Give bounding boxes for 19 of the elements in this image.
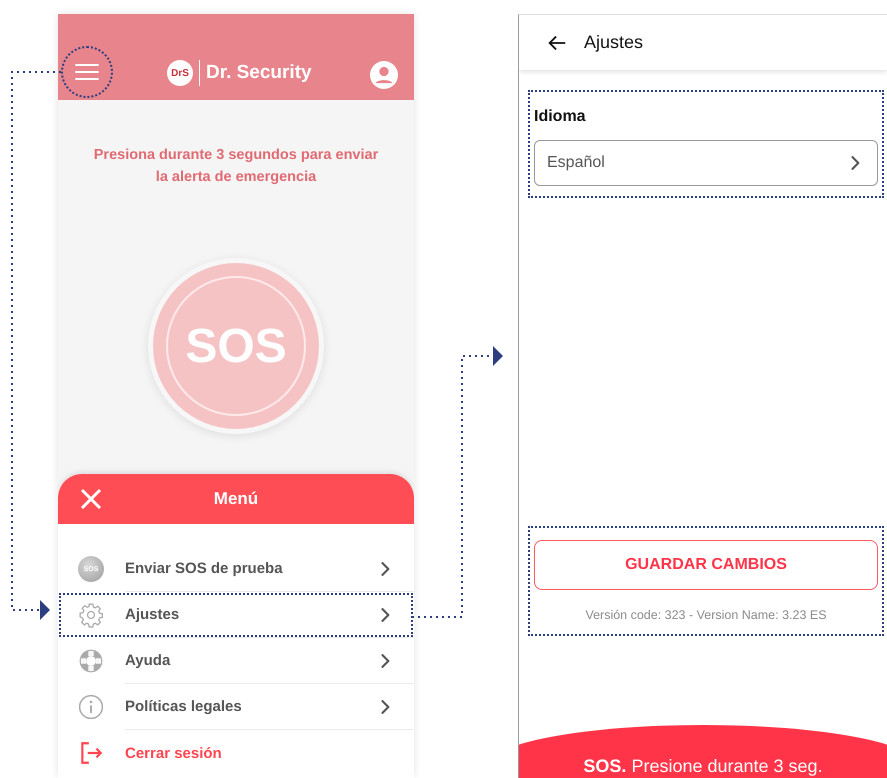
logo-badge: DrS	[167, 60, 193, 86]
sos-bar[interactable]: SOS. Presione durante 3 seg.	[519, 725, 887, 778]
menu-button[interactable]	[61, 46, 113, 98]
close-icon[interactable]	[79, 487, 103, 511]
menu-item[interactable]: Ajustes	[58, 592, 414, 638]
instruction-text: Presiona durante 3 segundos para enviar la alerta de emergencia	[92, 146, 380, 187]
version-text: Versión code: 323 - Version Name: 3.23 ES	[584, 608, 828, 622]
section-label: Idioma	[534, 108, 587, 126]
menu-item[interactable]: Ayuda	[58, 638, 414, 684]
save-button[interactable]: GUARDAR CAMBIOS	[534, 540, 878, 590]
profile-icon[interactable]	[370, 61, 398, 89]
lifebuoy-icon	[78, 648, 104, 674]
screen-title: Ajustes	[584, 32, 644, 53]
menu-title: Menú	[214, 489, 258, 509]
info-icon	[78, 694, 104, 720]
app-name: Dr. Security	[206, 62, 312, 84]
language-select[interactable]: Español	[534, 140, 878, 186]
gear-icon	[78, 602, 104, 628]
menu-item[interactable]: Políticas legales	[58, 684, 414, 730]
